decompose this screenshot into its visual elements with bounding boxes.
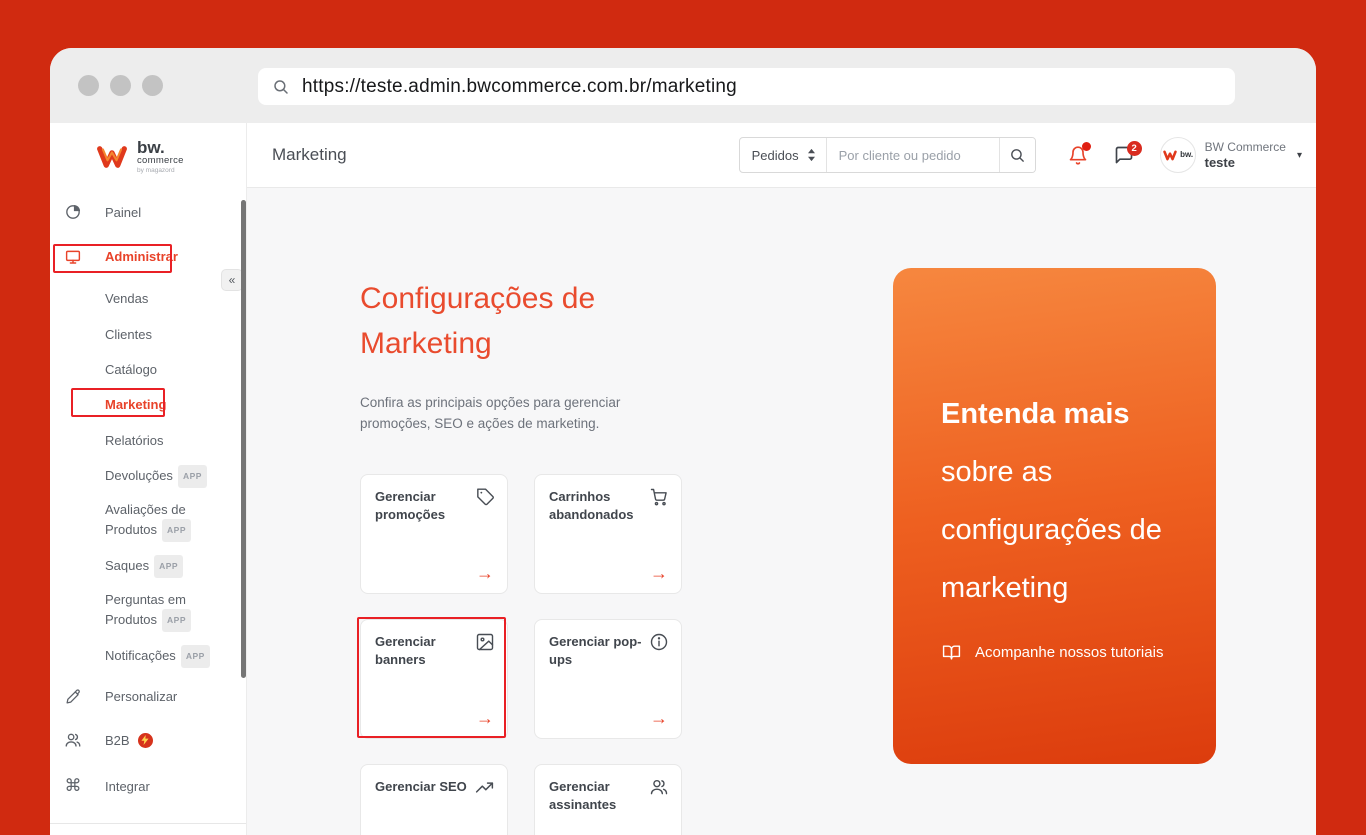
cart-icon: [649, 487, 669, 507]
bw-logo-icon: [1162, 149, 1178, 162]
address-bar[interactable]: https://teste.admin.bwcommerce.com.br/ma…: [258, 68, 1235, 105]
sidebar-item-avaliacoes-de-produtos[interactable]: Avaliações de Produtos APP: [50, 494, 246, 548]
browser-window: https://teste.admin.bwcommerce.com.br/ma…: [50, 48, 1316, 835]
messages-button[interactable]: 2: [1114, 141, 1142, 165]
content-area: Configurações de Marketing Confira as pr…: [247, 188, 1316, 835]
app-badge: APP: [162, 609, 192, 632]
promo-heading: Entenda mais sobre as configurações de m…: [941, 398, 1162, 604]
url-text: https://teste.admin.bwcommerce.com.br/ma…: [302, 75, 737, 97]
sort-arrows-icon: [807, 148, 816, 162]
search-input[interactable]: [826, 138, 999, 172]
card-gerenciar-assinantes[interactable]: Gerenciar assinantes →: [534, 764, 682, 835]
app-badge: APP: [177, 464, 207, 488]
sidebar-item-catalogo[interactable]: Catálogo: [50, 352, 246, 387]
logo-text: bw. commerce by magazord: [137, 137, 184, 174]
sidebar-item-clientes[interactable]: Clientes: [50, 317, 246, 352]
arrow-right-icon: →: [650, 563, 668, 583]
notification-dot: [1081, 141, 1091, 151]
sidebar-item-integrar[interactable]: ⌘ Integrar: [50, 763, 246, 809]
sidebar-item-personalizar[interactable]: Personalizar: [50, 675, 246, 717]
sidebar-item-relatorios[interactable]: Relatórios: [50, 422, 246, 458]
app-badge: APP: [154, 555, 184, 578]
users-icon: [64, 731, 82, 749]
user-menu[interactable]: BW Commerce teste: [1205, 140, 1286, 170]
messages-count-badge: 2: [1126, 141, 1142, 156]
command-icon: ⌘: [64, 776, 82, 795]
page-description: Confira as principais opções para gerenc…: [360, 395, 621, 431]
tutorials-link[interactable]: Acompanhe nossos tutoriais: [941, 643, 1176, 662]
sidebar-item-marketing[interactable]: Marketing: [50, 387, 246, 422]
order-search-group: Pedidos: [738, 137, 1036, 173]
card-gerenciar-popups[interactable]: Gerenciar pop-ups →: [534, 619, 682, 739]
sidebar-item-devolucoes[interactable]: Devoluções APP: [50, 458, 246, 494]
lightning-badge-icon: [137, 732, 153, 748]
sidebar-nav: Painel « Administrar Vendas Clientes Cat…: [50, 190, 246, 809]
pencil-icon: [64, 688, 82, 705]
sidebar-item-perguntas-em-produtos[interactable]: Perguntas em Produtos APP: [50, 585, 246, 637]
bw-logo-icon: [94, 144, 130, 170]
app-badge: APP: [162, 519, 192, 542]
search-button[interactable]: [998, 138, 1035, 172]
marketing-cards-grid: Gerenciar promoções → Carrinhos abandona…: [360, 474, 686, 835]
window-close-button[interactable]: [78, 75, 99, 96]
avatar[interactable]: bw.: [1159, 137, 1196, 173]
image-icon: [475, 632, 495, 652]
browser-chrome: https://teste.admin.bwcommerce.com.br/ma…: [50, 48, 1316, 123]
window-minimize-button[interactable]: [110, 75, 131, 96]
window-controls: [78, 75, 163, 96]
user-name: teste: [1204, 155, 1235, 170]
app-badge: APP: [180, 644, 210, 668]
card-gerenciar-banners[interactable]: Gerenciar banners →: [360, 619, 508, 739]
sidebar: bw. commerce by magazord Painel « Admini…: [50, 123, 247, 835]
page-header: Marketing Pedidos Por cliente ou pedido …: [247, 123, 1316, 188]
page-title: Marketing: [272, 145, 347, 164]
sidebar-collapse-button[interactable]: «: [221, 269, 243, 291]
users-icon: [649, 777, 669, 797]
sidebar-item-saques[interactable]: Saques APP: [50, 548, 246, 585]
sidebar-divider: [50, 823, 246, 824]
sidebar-scrollbar[interactable]: [241, 200, 246, 678]
arrow-right-icon: →: [476, 708, 494, 728]
sidebar-item-vendas[interactable]: Vendas: [50, 279, 246, 317]
book-open-icon: [941, 643, 962, 662]
window-maximize-button[interactable]: [142, 75, 163, 96]
promo-banner: Entenda mais sobre as configurações de m…: [893, 268, 1216, 764]
sidebar-item-notificacoes[interactable]: Notificações APP: [50, 637, 246, 675]
card-gerenciar-promocoes[interactable]: Gerenciar promoções →: [360, 474, 508, 594]
card-gerenciar-seo[interactable]: Gerenciar SEO →: [360, 764, 508, 835]
pie-chart-icon: [64, 203, 82, 221]
info-icon: [649, 632, 669, 652]
sidebar-item-painel[interactable]: Painel: [50, 190, 246, 234]
chevron-down-icon[interactable]: ▾: [1297, 150, 1302, 161]
app-logo[interactable]: bw. commerce by magazord: [50, 123, 246, 190]
arrow-right-icon: →: [650, 708, 668, 728]
card-carrinhos-abandonados[interactable]: Carrinhos abandonados →: [534, 474, 682, 594]
search-icon: [1009, 147, 1026, 164]
sidebar-item-administrar[interactable]: Administrar: [50, 234, 246, 279]
search-icon: [272, 78, 290, 96]
monitor-icon: [64, 248, 82, 266]
trending-up-icon: [474, 777, 495, 798]
search-filter-select[interactable]: Pedidos: [740, 138, 827, 172]
notifications-button[interactable]: [1068, 141, 1091, 166]
sidebar-item-b2b[interactable]: B2B: [50, 717, 246, 763]
arrow-right-icon: →: [476, 563, 494, 583]
user-company: BW Commerce: [1204, 140, 1286, 154]
page-heading: Configurações de Marketing: [360, 282, 596, 360]
tag-icon: [475, 487, 495, 507]
